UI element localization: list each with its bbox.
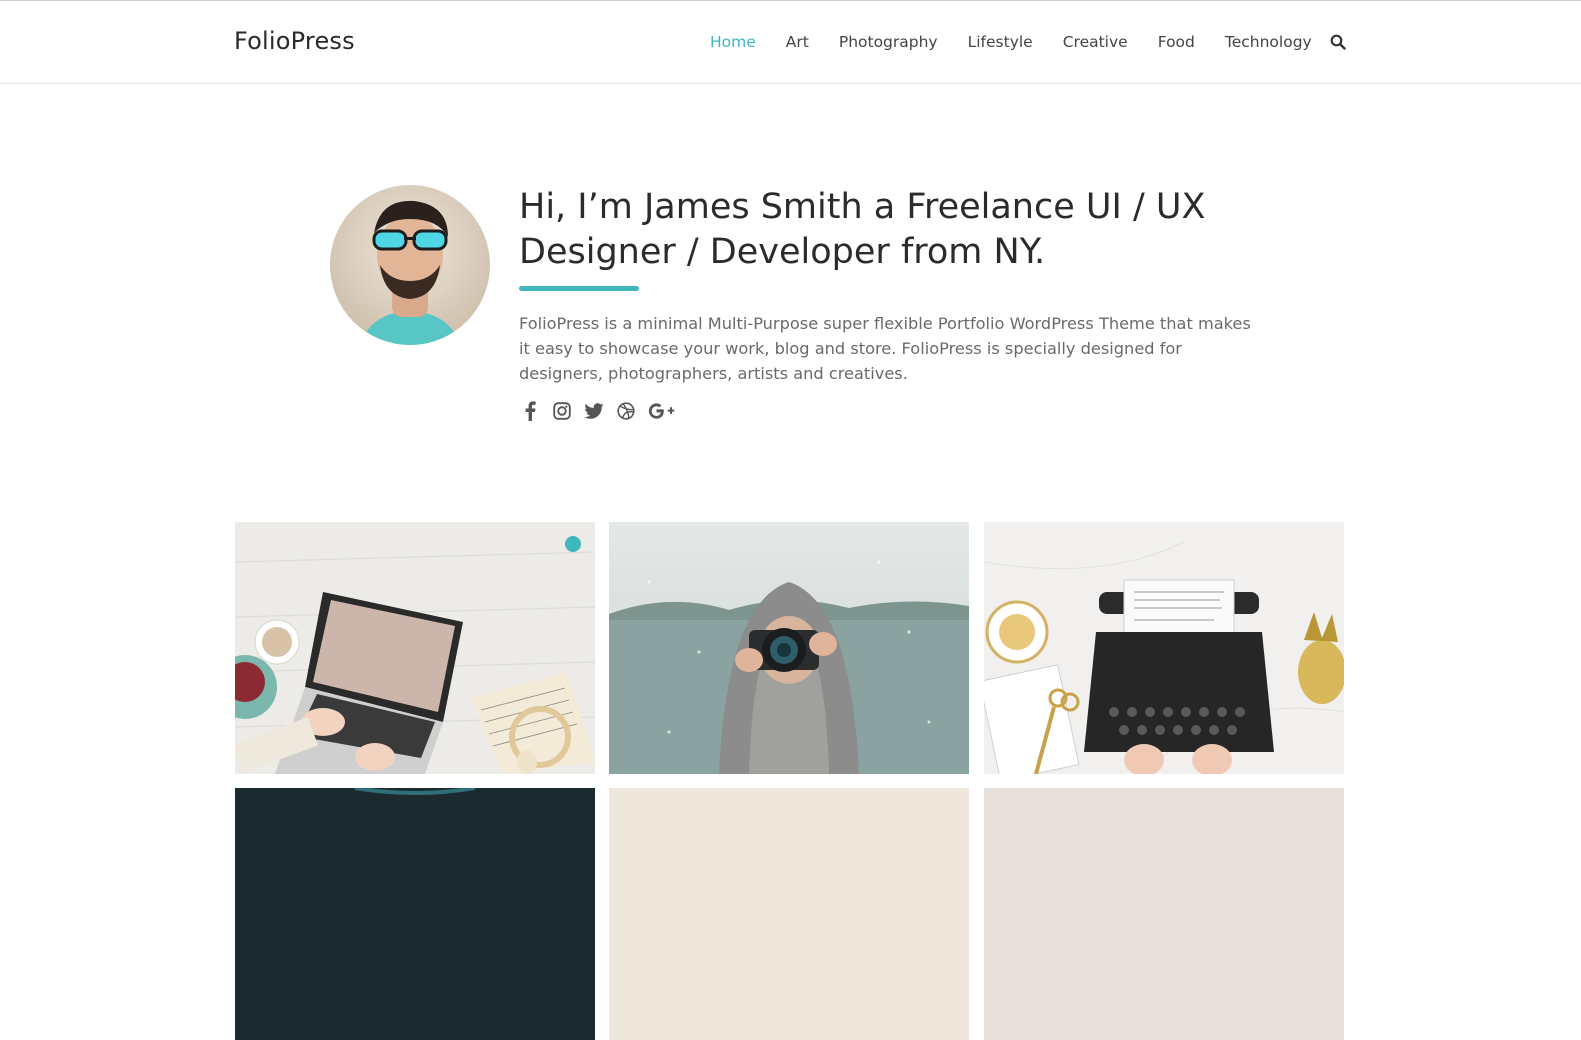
nav-item-home[interactable]: Home <box>710 33 756 51</box>
highlight-dot <box>565 536 581 552</box>
facebook-icon[interactable] <box>519 400 541 422</box>
nav-item-photography[interactable]: Photography <box>839 33 938 51</box>
portfolio-item-laptop[interactable] <box>235 522 595 774</box>
google-plus-icon[interactable] <box>647 400 677 422</box>
portfolio-item-6[interactable] <box>984 788 1344 1040</box>
portfolio-item-photographer[interactable] <box>609 522 969 774</box>
site-logo[interactable]: FolioPress <box>234 27 355 55</box>
intro-text: Hi, I’m James Smith a Freelance UI / UX … <box>519 185 1259 422</box>
social-links <box>519 400 1259 422</box>
dribbble-icon[interactable] <box>615 400 637 422</box>
intro-heading-line1: Hi, I’m James Smith a Freelance UI / UX <box>519 187 1206 227</box>
intro-description: FolioPress is a minimal Multi-Purpose su… <box>519 314 1251 383</box>
avatar <box>330 185 490 345</box>
main-nav: Home Art Photography Lifestyle Creative … <box>710 33 1342 51</box>
portfolio-item-4[interactable] <box>235 788 595 1040</box>
nav-item-creative[interactable]: Creative <box>1063 33 1128 51</box>
instagram-icon[interactable] <box>551 400 573 422</box>
intro-heading: Hi, I’m James Smith a Freelance UI / UX … <box>519 185 1259 275</box>
heading-underline <box>519 286 639 291</box>
portfolio-item-5[interactable] <box>609 788 969 1040</box>
site-header: FolioPress Home Art Photography Lifestyl… <box>0 1 1581 84</box>
twitter-icon[interactable] <box>583 400 605 422</box>
intro-section: Hi, I’m James Smith a Freelance UI / UX … <box>330 185 1260 445</box>
nav-item-lifestyle[interactable]: Lifestyle <box>968 33 1033 51</box>
nav-item-technology[interactable]: Technology <box>1225 33 1312 51</box>
nav-item-art[interactable]: Art <box>786 33 809 51</box>
search-icon[interactable] <box>1330 34 1348 52</box>
portfolio-item-typewriter[interactable] <box>984 522 1344 774</box>
nav-item-food[interactable]: Food <box>1158 33 1195 51</box>
intro-heading-line2: Designer / Developer from NY. <box>519 232 1046 272</box>
